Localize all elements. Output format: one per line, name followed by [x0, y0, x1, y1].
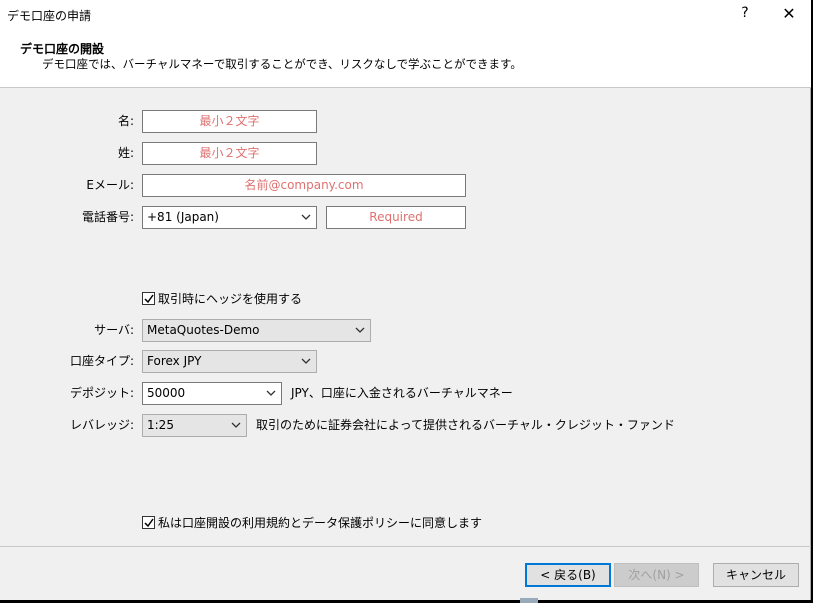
leverage-note: 取引のために証券会社によって提供されるバーチャル・クレジット・ファンド	[256, 418, 675, 432]
cancel-button[interactable]: キャンセル	[713, 563, 799, 587]
country-code-select[interactable]: +81 (Japan)	[142, 206, 317, 229]
account-type-value: Forex JPY	[147, 354, 202, 368]
chevron-down-icon	[300, 207, 312, 228]
hedge-checkbox[interactable]: 取引時にヘッジを使用する	[142, 291, 342, 307]
close-button[interactable]: ✕	[779, 4, 799, 24]
page-header: デモ口座の開設 デモ口座では、バーチャルマネーで取引することができ、リスクなしで…	[0, 30, 811, 88]
hedge-label: 取引時にヘッジを使用する	[158, 292, 303, 306]
chevron-down-icon	[300, 351, 312, 372]
last-name-field[interactable]: 最小２文字	[142, 142, 317, 165]
window-title: デモ口座の申請	[7, 9, 92, 23]
deposit-value: 50000	[147, 386, 186, 400]
leverage-select[interactable]: 1:25	[142, 414, 247, 437]
last-name-label: 姓:	[117, 146, 134, 160]
agree-checkbox[interactable]: 私は口座開設の利用規約とデータ保護ポリシーに同意します	[142, 515, 482, 531]
help-button[interactable]: ?	[738, 5, 752, 23]
agree-label: 私は口座開設の利用規約とデータ保護ポリシーに同意します	[158, 516, 483, 530]
leverage-label: レバレッジ:	[69, 418, 134, 432]
chevron-down-icon	[354, 320, 366, 341]
checkbox-box[interactable]	[142, 292, 155, 305]
phone-label: 電話番号:	[81, 210, 134, 224]
footer-divider	[0, 546, 811, 547]
checkbox-box[interactable]	[142, 516, 155, 529]
page-title: デモ口座の開設	[20, 42, 105, 56]
deposit-note: JPY、口座に入金されるバーチャルマネー	[291, 386, 513, 400]
page-description: デモ口座では、バーチャルマネーで取引することができ、リスクなしで学ぶことができま…	[42, 57, 522, 71]
server-label: サーバ:	[94, 323, 134, 337]
country-code-value: +81 (Japan)	[147, 210, 219, 224]
account-type-label: 口座タイプ:	[69, 354, 134, 368]
deposit-combobox[interactable]: 50000	[142, 382, 282, 405]
title-bar: デモ口座の申請 ? ✕	[0, 0, 811, 30]
leverage-value: 1:25	[147, 418, 174, 432]
email-label: Eメール:	[86, 178, 134, 192]
back-button[interactable]: < 戻る(B)	[525, 563, 611, 587]
dialog-window: デモ口座の申請 ? ✕ デモ口座の開設 デモ口座では、バーチャルマネーで取引する…	[0, 0, 811, 600]
first-name-label: 名:	[117, 114, 134, 128]
next-button[interactable]: 次へ(N) >	[614, 563, 699, 587]
account-type-select[interactable]: Forex JPY	[142, 350, 317, 373]
first-name-field[interactable]: 最小２文字	[142, 110, 317, 133]
phone-number-field[interactable]: Required	[326, 206, 466, 229]
email-field[interactable]: 名前@company.com	[142, 174, 466, 197]
deposit-label: デポジット:	[69, 386, 134, 400]
server-select[interactable]: MetaQuotes-Demo	[142, 319, 371, 342]
chevron-down-icon	[230, 415, 242, 436]
chevron-down-icon	[265, 383, 277, 404]
server-value: MetaQuotes-Demo	[147, 323, 260, 337]
taskbar-fragment	[520, 598, 538, 603]
